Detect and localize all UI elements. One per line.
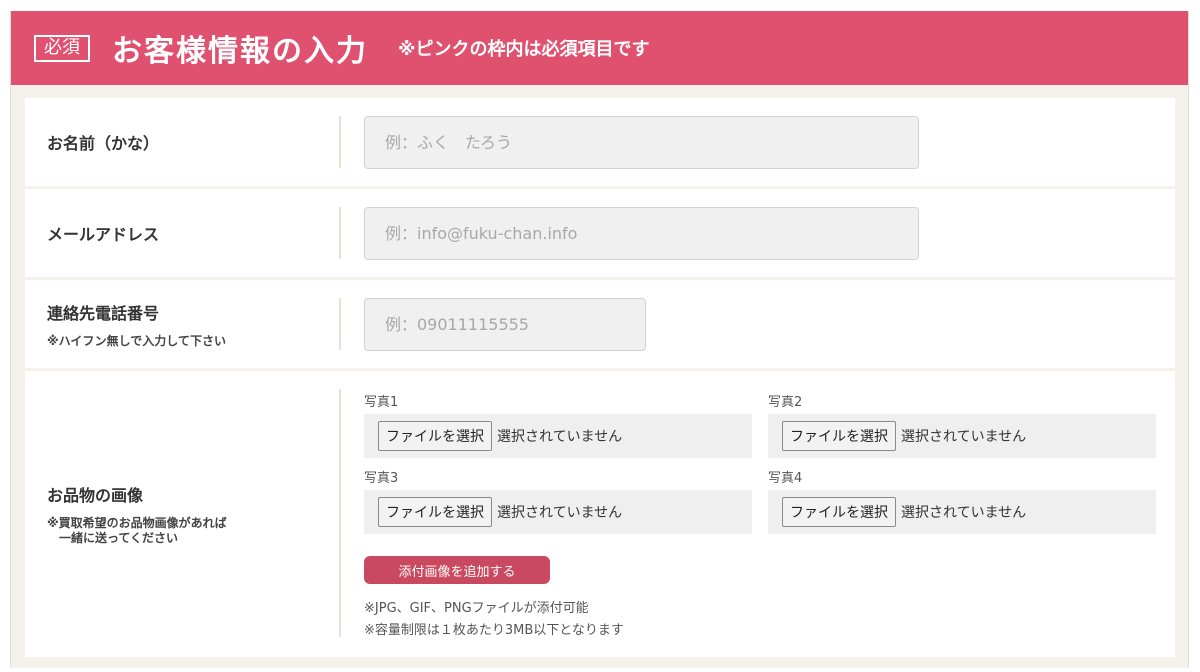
name-input[interactable] xyxy=(364,116,919,169)
photo-3-choose-file-button[interactable]: ファイルを選択 xyxy=(378,497,492,527)
photo-2-file-picker: ファイルを選択 選択されていません xyxy=(768,414,1156,458)
email-input[interactable] xyxy=(364,207,919,260)
section-header: 必須 お客様情報の入力 ※ピンクの枠内は必須項目です xyxy=(11,11,1188,85)
row-divider xyxy=(339,389,341,637)
images-label-cell: お品物の画像 ※買取希望のお品物画像があれば 一緒に送ってください xyxy=(47,371,327,657)
photo-2-file-status: 選択されていません xyxy=(901,429,1027,445)
name-label-cell: お名前（かな） xyxy=(47,98,327,186)
phone-input[interactable] xyxy=(364,298,646,351)
images-label: お品物の画像 xyxy=(47,486,144,505)
photo-3-file-status: 選択されていません xyxy=(497,505,623,521)
file-size-note: ※容量制限は１枚あたり3MB以下となります xyxy=(364,623,624,638)
row-divider xyxy=(339,298,341,350)
form-row-name: お名前（かな） xyxy=(25,98,1175,186)
required-note: ※ピンクの枠内は必須項目です xyxy=(398,39,650,60)
phone-label-cell: 連絡先電話番号 ※ハイフン無しで入力して下さい xyxy=(47,280,327,368)
photo-2-label: 写真2 xyxy=(768,395,803,410)
photo-1-choose-file-button[interactable]: ファイルを選択 xyxy=(378,421,492,451)
photo-4-label: 写真4 xyxy=(768,471,803,486)
customer-info-section: 必須 お客様情報の入力 ※ピンクの枠内は必須項目です お名前（かな） メールアド… xyxy=(10,11,1189,668)
email-label-cell: メールアドレス xyxy=(47,189,327,277)
form-row-images: お品物の画像 ※買取希望のお品物画像があれば 一緒に送ってください 写真1 ファ… xyxy=(25,371,1175,657)
section-title: お客様情報の入力 xyxy=(112,34,368,69)
images-hint-line2: 一緒に送ってください xyxy=(47,531,179,545)
file-type-note: ※JPG、GIF、PNGファイルが添付可能 xyxy=(364,601,589,616)
name-label: お名前（かな） xyxy=(47,134,160,153)
photo-1-file-picker: ファイルを選択 選択されていません xyxy=(364,414,752,458)
row-divider xyxy=(339,207,341,259)
form-row-email: メールアドレス xyxy=(25,189,1175,277)
email-label: メールアドレス xyxy=(47,225,160,244)
required-badge: 必須 xyxy=(34,34,90,62)
photo-1-label: 写真1 xyxy=(364,395,399,410)
images-hint-line1: ※買取希望のお品物画像があれば xyxy=(47,516,227,530)
form-rows: お名前（かな） メールアドレス 連絡先電話番号 ※ハイフン無しで入力して下さい xyxy=(25,98,1175,660)
photo-2-choose-file-button[interactable]: ファイルを選択 xyxy=(782,421,896,451)
photo-3-file-picker: ファイルを選択 選択されていません xyxy=(364,490,752,534)
form-row-phone: 連絡先電話番号 ※ハイフン無しで入力して下さい xyxy=(25,280,1175,368)
photo-3-label: 写真3 xyxy=(364,471,399,486)
phone-hint: ※ハイフン無しで入力して下さい xyxy=(47,333,226,348)
row-divider xyxy=(339,116,341,168)
photo-4-file-picker: ファイルを選択 選択されていません xyxy=(768,490,1156,534)
photo-1-file-status: 選択されていません xyxy=(497,429,623,445)
add-attachment-button[interactable]: 添付画像を追加する xyxy=(364,556,550,584)
photo-4-choose-file-button[interactable]: ファイルを選択 xyxy=(782,497,896,527)
photo-4-file-status: 選択されていません xyxy=(901,505,1027,521)
phone-label: 連絡先電話番号 xyxy=(47,303,160,323)
images-hint: ※買取希望のお品物画像があれば 一緒に送ってください xyxy=(47,516,327,546)
